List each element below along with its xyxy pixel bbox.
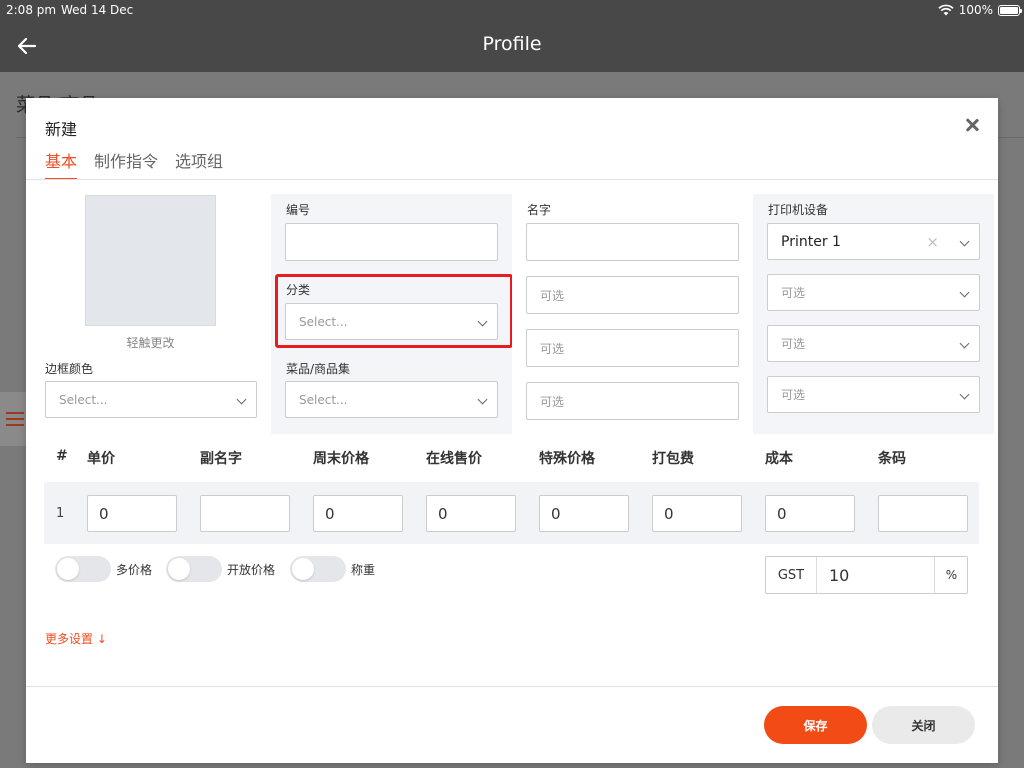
code-label: 编号	[286, 203, 311, 217]
table-row: 1 0 0 0 0 0 0	[44, 482, 979, 544]
tab-divider	[26, 179, 998, 180]
more-settings-link[interactable]: 更多设置 ↓	[45, 630, 107, 647]
gst-label: GST	[766, 557, 817, 593]
status-bar: 2:08 pm Wed 14 Dec 100%	[0, 0, 1024, 20]
multi-price-label: 多价格	[116, 562, 153, 577]
chevron-down-icon	[477, 394, 488, 405]
close-icon[interactable]	[965, 118, 979, 132]
col-special-price: 特殊价格	[539, 451, 595, 467]
category-placeholder: Select...	[299, 314, 348, 329]
weekend-price-input[interactable]: 0	[313, 495, 403, 532]
image-caption: 轻触更改	[126, 336, 175, 350]
weigh-toggle[interactable]: 称重	[290, 556, 375, 582]
collection-select[interactable]: Select...	[285, 381, 498, 418]
online-price-input[interactable]: 0	[426, 495, 516, 532]
tab-bar: 基本 制作指令 选项组	[45, 148, 240, 180]
border-color-label: 边框颜色	[45, 362, 94, 376]
border-color-placeholder: Select...	[59, 392, 108, 407]
printer-optional-placeholder-2: 可选	[781, 337, 806, 351]
cost-input[interactable]: 0	[765, 495, 855, 532]
col-weekend-price: 周末价格	[313, 451, 369, 467]
collection-label: 菜品/商品集	[286, 362, 351, 376]
category-label: 分类	[286, 283, 311, 297]
page-title: Profile	[482, 33, 542, 55]
chevron-down-icon	[959, 236, 970, 247]
name-optional-input-1[interactable]: 可选	[526, 276, 739, 314]
packing-fee-input[interactable]: 0	[652, 495, 742, 532]
battery-icon	[998, 4, 1022, 16]
col-sub-name: 副名字	[200, 451, 242, 467]
chevron-down-icon	[959, 338, 970, 349]
name-optional-placeholder-1: 可选	[540, 288, 565, 303]
close-button[interactable]: 关闭	[872, 706, 975, 744]
status-right: 100%	[938, 3, 1022, 17]
open-price-label: 开放价格	[227, 562, 276, 577]
gst-field: GST 10 %	[765, 556, 968, 594]
col-num: #	[56, 448, 68, 464]
chevron-down-icon	[236, 394, 247, 405]
barcode-input[interactable]	[878, 495, 968, 532]
status-time: 2:08 pm	[6, 3, 57, 17]
printer-selected: Printer 1	[781, 233, 841, 250]
status-date: Wed 14 Dec	[61, 3, 134, 17]
clear-icon[interactable]: ×	[926, 233, 939, 251]
footer-divider	[26, 686, 998, 687]
printer-optional-placeholder-3: 可选	[781, 388, 806, 402]
chevron-down-icon	[477, 316, 488, 327]
col-online-price: 在线售价	[426, 451, 482, 467]
gst-unit: %	[934, 557, 968, 593]
multi-price-switch[interactable]	[55, 556, 111, 582]
printer-optional-select-3[interactable]: 可选	[767, 376, 980, 413]
printer-select[interactable]: Printer 1 ×	[767, 223, 980, 260]
price-table-header: # 单价 副名字 周末价格 在线售价 特殊价格 打包费 成本 条码	[44, 448, 979, 472]
row-number: 1	[56, 506, 65, 521]
col-cost: 成本	[765, 451, 793, 467]
multi-price-toggle[interactable]: 多价格	[55, 556, 152, 582]
name-optional-input-3[interactable]: 可选	[526, 382, 739, 420]
category-select[interactable]: Select...	[285, 303, 498, 340]
new-item-modal: 新建 基本 制作指令 选项组 轻触更改 边框颜色 Select... 编号 分类…	[26, 98, 998, 763]
battery-percent: 100%	[958, 3, 993, 17]
collection-placeholder: Select...	[299, 392, 348, 407]
menu-icon[interactable]	[0, 392, 26, 446]
item-image[interactable]	[85, 195, 216, 326]
app-header: Profile	[0, 20, 1024, 72]
printer-label: 打印机设备	[768, 203, 829, 217]
col-unit-price: 单价	[87, 451, 115, 467]
name-optional-placeholder-3: 可选	[540, 394, 565, 409]
special-price-input[interactable]: 0	[539, 495, 629, 532]
sub-name-input[interactable]	[200, 495, 290, 532]
chevron-down-icon	[959, 287, 970, 298]
name-input[interactable]	[526, 223, 739, 261]
wifi-icon	[938, 4, 954, 16]
unit-price-input[interactable]: 0	[87, 495, 177, 532]
tab-basic[interactable]: 基本	[45, 148, 78, 180]
open-price-switch[interactable]	[166, 556, 222, 582]
printer-optional-select-2[interactable]: 可选	[767, 325, 980, 362]
border-color-select[interactable]: Select...	[45, 381, 257, 418]
code-input[interactable]	[285, 223, 498, 261]
col-barcode: 条码	[878, 451, 906, 467]
name-optional-placeholder-2: 可选	[540, 341, 565, 356]
gst-input[interactable]: 10	[817, 557, 934, 593]
printer-optional-select-1[interactable]: 可选	[767, 274, 980, 311]
chevron-down-icon	[959, 389, 970, 400]
save-button[interactable]: 保存	[764, 706, 867, 744]
printer-optional-placeholder-1: 可选	[781, 286, 806, 300]
modal-title: 新建	[45, 120, 78, 139]
open-price-toggle[interactable]: 开放价格	[166, 556, 275, 582]
col-packing-fee: 打包费	[652, 451, 694, 467]
tab-instructions[interactable]: 制作指令	[94, 148, 158, 180]
weigh-label: 称重	[351, 562, 376, 577]
tab-option-groups[interactable]: 选项组	[175, 148, 223, 180]
weigh-switch[interactable]	[290, 556, 346, 582]
name-optional-input-2[interactable]: 可选	[526, 329, 739, 367]
name-label: 名字	[527, 203, 552, 217]
